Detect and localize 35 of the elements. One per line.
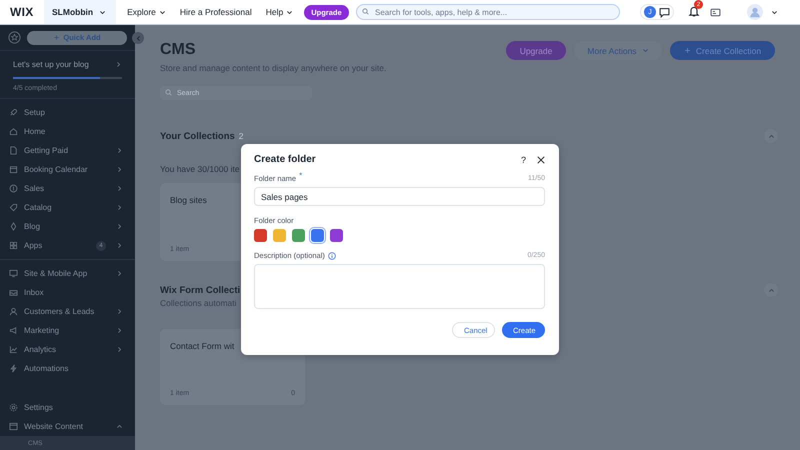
card-title: Blog sites — [170, 195, 207, 205]
sidebar-item[interactable]: Setup — [0, 103, 135, 122]
nav-link[interactable]: Help — [266, 7, 294, 17]
sidebar-item[interactable]: Home — [0, 122, 135, 141]
sidebar-item[interactable]: Settings — [0, 398, 135, 417]
sidebar-item[interactable]: Website Content — [0, 417, 135, 436]
sidebar-item[interactable]: Site & Mobile App — [0, 264, 135, 283]
sidebar-item[interactable]: Analytics — [0, 340, 135, 359]
card-title: Contact Form wit — [170, 341, 234, 351]
dialog-title: Create folder — [254, 154, 316, 165]
wix-logo[interactable]: WIX — [0, 5, 44, 19]
help-button[interactable]: ? — [520, 154, 526, 164]
site-menu[interactable]: SLMobbin — [44, 0, 116, 24]
required-mark: * — [299, 171, 302, 180]
section-count: 2 — [238, 130, 244, 140]
upgrade-button[interactable]: Upgrade — [506, 41, 566, 60]
section-title: Your Collections — [160, 130, 235, 142]
sidebar-item[interactable]: Blog — [0, 217, 135, 236]
usage-note: You have 30/1000 ite — [160, 164, 241, 174]
sidebar-item[interactable]: Sales — [0, 179, 135, 198]
sidebar-item[interactable]: Customers & Leads — [0, 302, 135, 321]
search-field[interactable]: Search for tools, apps, help & more... — [356, 4, 620, 20]
section-title: Wix Form Collecti — [160, 284, 240, 296]
sidebar-item[interactable]: Getting Paid — [0, 141, 135, 160]
sidebar-item[interactable]: Inbox — [0, 283, 135, 302]
nav-link[interactable]: Explore — [127, 7, 166, 17]
page-title: CMS — [160, 41, 197, 59]
folder-name-field[interactable]: Sales pages — [254, 187, 545, 206]
create-collection-button[interactable]: Create Collection — [670, 41, 775, 60]
sidebar-item[interactable]: Automations — [0, 359, 135, 378]
sidebar-item[interactable]: Marketing — [0, 321, 135, 340]
sidebar-item[interactable]: Booking Calendar — [0, 160, 135, 179]
nav-link[interactable]: Hire a Professional — [180, 7, 252, 17]
setup-title: Let's set up your blog — [13, 60, 89, 69]
sidebar-item[interactable]: Catalog — [0, 198, 135, 217]
